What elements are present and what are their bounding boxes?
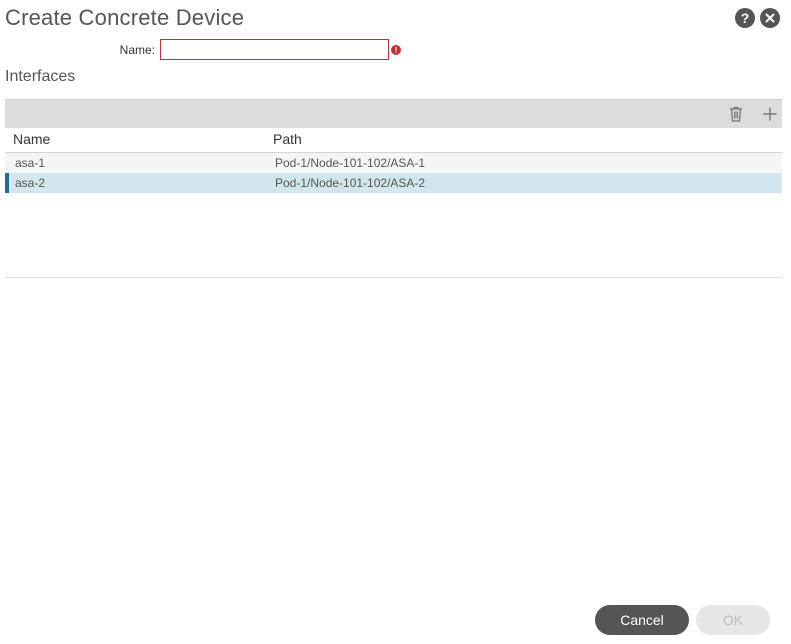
dialog-title: Create Concrete Device [5,5,245,30]
cancel-button[interactable]: Cancel [595,605,689,635]
name-row: Name: ! [0,39,791,63]
ok-button[interactable]: OK [696,605,770,635]
row-name-cell: asa-2 [15,176,46,190]
name-label: Name: [119,43,155,57]
column-header-name[interactable]: Name [13,131,50,147]
name-input[interactable] [160,39,389,60]
table-row[interactable]: asa-1 Pod-1/Node-101-102/ASA-1 [5,153,782,174]
error-icon: ! [391,45,401,55]
table-row-selected[interactable]: asa-2 Pod-1/Node-101-102/ASA-2 [5,173,782,193]
trash-icon[interactable] [725,103,747,125]
interfaces-section-label: Interfaces [5,68,76,85]
table-bottom-divider [5,277,782,278]
interfaces-toolbar [5,99,782,128]
close-icon[interactable] [760,8,780,28]
row-name-cell: asa-1 [15,156,46,170]
question-icon[interactable]: ? [735,8,755,28]
table-header: Name Path [5,129,782,153]
plus-icon[interactable] [759,103,781,125]
row-path-cell: Pod-1/Node-101-102/ASA-1 [275,156,426,170]
row-path-cell: Pod-1/Node-101-102/ASA-2 [275,176,426,190]
column-header-path[interactable]: Path [273,131,302,147]
